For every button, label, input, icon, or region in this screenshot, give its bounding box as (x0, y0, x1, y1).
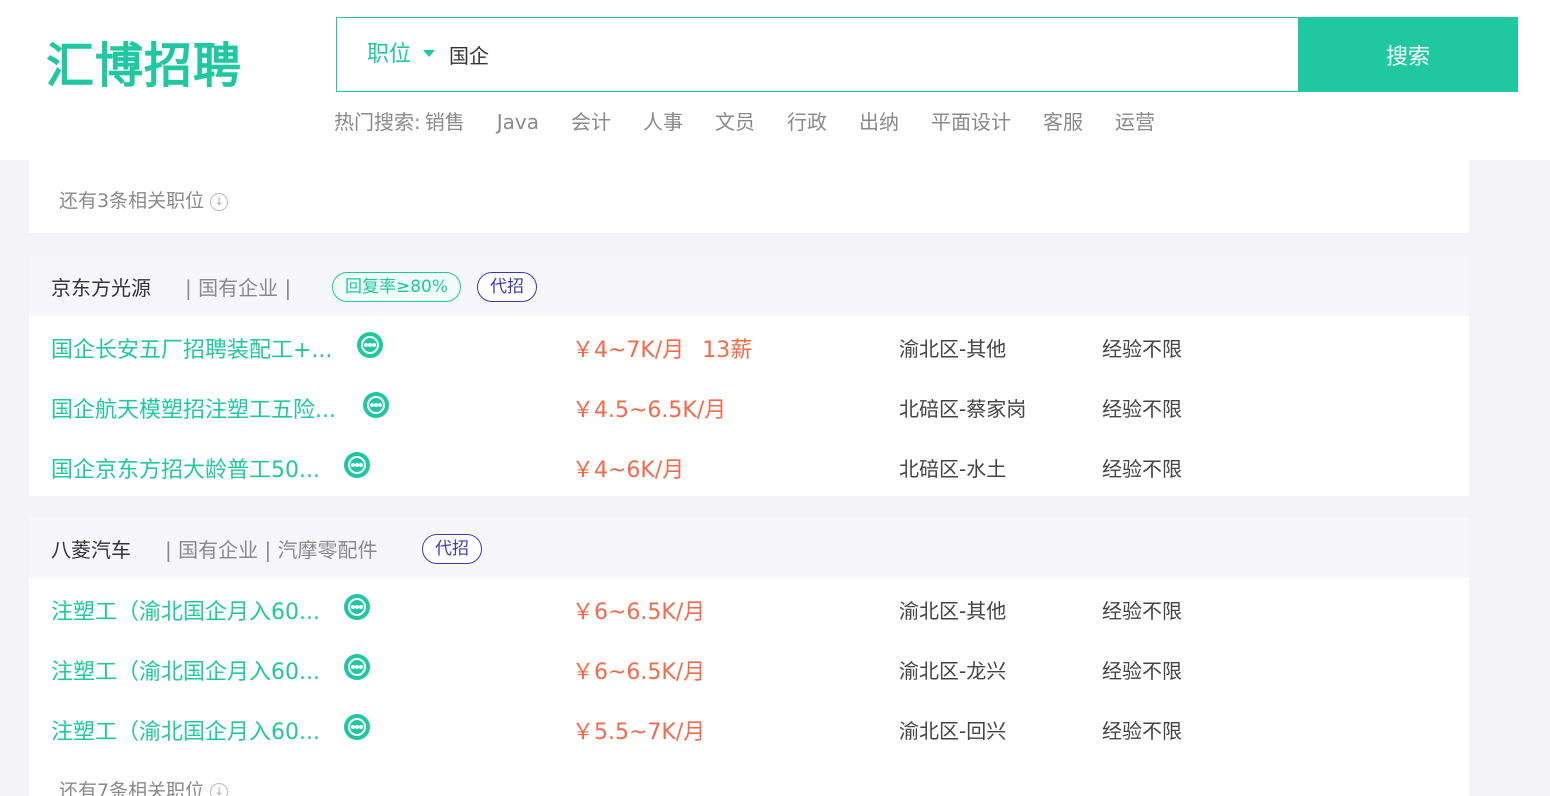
hot-search-item[interactable]: 销售 (425, 106, 465, 138)
chat-bubble-icon[interactable] (363, 392, 389, 418)
job-title[interactable]: 国企京东方招大龄普工50... (51, 452, 320, 484)
job-salary: ￥6~6.5K/月 (572, 654, 705, 686)
search-input[interactable] (449, 32, 1269, 76)
job-salary: ￥5.5~7K/月 (572, 714, 705, 746)
company-meta: | 国有企业 | (185, 276, 292, 300)
hot-search-item[interactable]: 平面设计 (931, 106, 1011, 138)
job-location: 北碚区-蔡家岗 (899, 397, 1027, 421)
chat-bubble-icon[interactable] (357, 332, 383, 358)
job-experience: 经验不限 (1102, 719, 1182, 743)
hot-search-bar: 热门搜索: 销售 Java 会计 人事 文员 行政 出纳 平面设计 客服 运营 (334, 106, 1187, 138)
job-title[interactable]: 注塑工（渝北国企月入60... (51, 714, 320, 746)
site-logo[interactable]: 汇博招聘 (46, 36, 242, 96)
hot-search-item[interactable]: 文员 (715, 106, 755, 138)
salary-bonus: 13薪 (702, 338, 753, 363)
circle-down-icon: ↓ (210, 192, 229, 211)
site-header: 汇博招聘 职位 搜索 热门搜索:销售 Java 会计人事文员行政出纳平面设计客服运营 (0, 0, 1550, 160)
job-title[interactable]: 国企航天模塑招注塑工五险... (51, 392, 336, 424)
salary-range: ￥4~6K/月 (572, 458, 685, 483)
more-jobs-link[interactable]: 还有3条相关职位 ↓ (59, 186, 229, 213)
job-row[interactable]: 国企京东方招大龄普工50... ￥4~6K/月 北碚区-水土 经验不限 (29, 436, 1469, 496)
agency-badge: 代招 (422, 534, 482, 564)
more-jobs-card: 还有3条相关职位 ↓ (29, 160, 1469, 233)
job-location: 渝北区-其他 (899, 337, 1007, 361)
hot-search-item[interactable]: 会计 (571, 106, 611, 138)
company-header: 京东方光源 | 国有企业 | 回复率≥80% 代招 (29, 256, 1469, 316)
job-location: 渝北区-回兴 (899, 719, 1007, 743)
hot-search-item[interactable]: 出纳 (859, 106, 899, 138)
job-location: 北碚区-水土 (899, 457, 1007, 481)
job-salary: ￥4~7K/月 13薪 (572, 332, 752, 364)
job-experience: 经验不限 (1102, 659, 1182, 683)
job-location: 渝北区-其他 (899, 599, 1007, 623)
job-row[interactable]: 国企长安五厂招聘装配工+... ￥4~7K/月 13薪 渝北区-其他 经验不限 (29, 316, 1469, 376)
hot-search-label: 热门搜索: (334, 110, 421, 134)
job-salary: ￥6~6.5K/月 (572, 594, 705, 626)
hot-search-item[interactable]: Java (497, 106, 539, 138)
job-row[interactable]: 注塑工（渝北国企月入60... ￥5.5~7K/月 渝北区-回兴 经验不限 (29, 698, 1469, 758)
salary-range: ￥4.5~6.5K/月 (572, 398, 727, 423)
job-location: 渝北区-龙兴 (899, 659, 1007, 683)
salary-range: ￥6~6.5K/月 (572, 600, 706, 625)
job-row[interactable]: 注塑工（渝北国企月入60... ￥6~6.5K/月 渝北区-其他 经验不限 (29, 578, 1469, 638)
job-experience: 经验不限 (1102, 599, 1182, 623)
job-title[interactable]: 国企长安五厂招聘装配工+... (51, 332, 332, 364)
search-button[interactable]: 搜索 (1298, 17, 1518, 92)
salary-range: ￥4~7K/月 (572, 338, 685, 363)
more-jobs-label: 还有7条相关职位 (59, 780, 205, 796)
chat-bubble-icon[interactable] (344, 654, 370, 680)
search-type-dropdown[interactable]: 职位 (367, 18, 436, 91)
job-experience: 经验不限 (1102, 397, 1182, 421)
chat-bubble-icon[interactable] (344, 452, 370, 478)
company-card: 八菱汽车 | 国有企业 | 汽摩零配件 代招 注塑工（渝北国企月入60... ￥… (29, 518, 1469, 796)
job-row[interactable]: 注塑工（渝北国企月入60... ￥6~6.5K/月 渝北区-龙兴 经验不限 (29, 638, 1469, 698)
job-row[interactable]: 国企航天模塑招注塑工五险... ￥4.5~6.5K/月 北碚区-蔡家岗 经验不限 (29, 376, 1469, 436)
company-header: 八菱汽车 | 国有企业 | 汽摩零配件 代招 (29, 518, 1469, 578)
salary-range: ￥5.5~7K/月 (572, 720, 706, 745)
hot-search-item[interactable]: 运营 (1115, 106, 1155, 138)
job-salary: ￥4.5~6.5K/月 (572, 392, 726, 424)
hot-search-item[interactable]: 人事 (643, 106, 683, 138)
company-name[interactable]: 京东方光源 (51, 272, 151, 301)
company-name[interactable]: 八菱汽车 (51, 534, 131, 563)
job-experience: 经验不限 (1102, 337, 1182, 361)
chat-bubble-icon[interactable] (344, 594, 370, 620)
search-box: 职位 (336, 17, 1299, 92)
job-title[interactable]: 注塑工（渝北国企月入60... (51, 594, 320, 626)
agency-badge: 代招 (477, 272, 537, 302)
company-card: 京东方光源 | 国有企业 | 回复率≥80% 代招 国企长安五厂招聘装配工+..… (29, 256, 1469, 496)
company-meta: | 国有企业 | 汽摩零配件 (165, 538, 378, 562)
salary-range: ￥6~6.5K/月 (572, 660, 706, 685)
reply-rate-badge: 回复率≥80% (332, 272, 462, 302)
job-experience: 经验不限 (1102, 457, 1182, 481)
caret-down-icon (423, 49, 436, 57)
more-jobs-link[interactable]: 还有7条相关职位 ↓ (59, 776, 229, 796)
hot-search-item[interactable]: 行政 (787, 106, 827, 138)
search-type-label: 职位 (367, 42, 412, 67)
chat-bubble-icon[interactable] (344, 714, 370, 740)
job-salary: ￥4~6K/月 (572, 452, 684, 484)
circle-down-icon: ↓ (210, 782, 229, 796)
hot-search-item[interactable]: 客服 (1043, 106, 1083, 138)
more-jobs-label: 还有3条相关职位 (59, 190, 205, 212)
job-title[interactable]: 注塑工（渝北国企月入60... (51, 654, 320, 686)
